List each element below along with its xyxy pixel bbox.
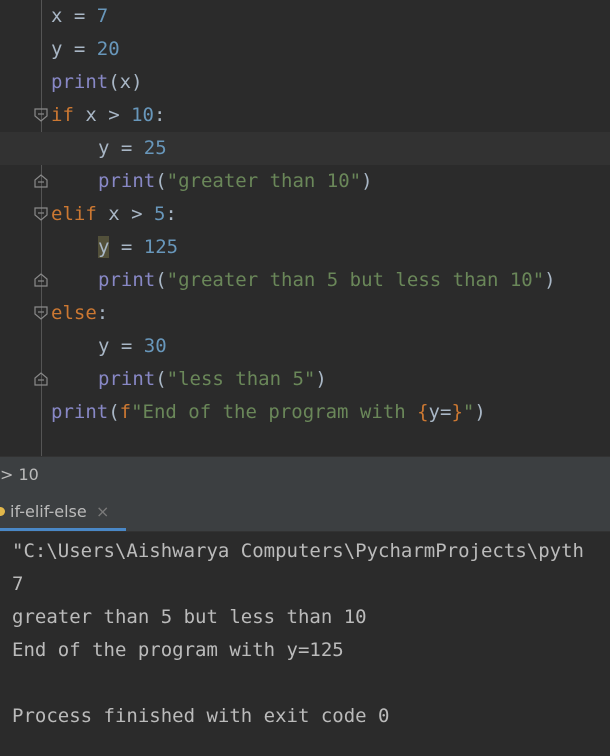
fold-start-icon[interactable] (34, 306, 48, 320)
variable: x (119, 71, 132, 93)
run-tab-label: if-elif-else (10, 502, 87, 521)
fstring-brace: } (451, 401, 463, 423)
breadcrumb-item[interactable]: > 10 (0, 457, 39, 493)
close-icon[interactable]: × (96, 493, 109, 531)
colon: : (153, 104, 166, 126)
console-line: End of the program with y=125 (12, 639, 344, 661)
builtin-function: print (98, 170, 156, 192)
string-literal: "greater than 10" (166, 170, 362, 192)
code-line[interactable]: y = 30 (0, 330, 610, 363)
code-line[interactable]: if x > 10: (0, 99, 610, 132)
fold-end-icon[interactable] (34, 174, 48, 188)
run-console-output[interactable]: "C:\Users\Aishwarya Computers\PycharmPro… (0, 532, 610, 756)
paren: ( (155, 269, 167, 291)
string-literal: " (462, 401, 475, 423)
variable: y (98, 236, 110, 258)
code-line[interactable]: elif x > 5: (0, 198, 610, 231)
operator: = (109, 236, 144, 258)
fold-start-icon[interactable] (34, 108, 48, 122)
keyword-else: else (51, 302, 97, 324)
fold-start-icon[interactable] (34, 207, 48, 221)
code-editor[interactable]: x = 7 y = 20 print(x) if x > 10: y = 25 … (0, 0, 610, 456)
builtin-function: print (98, 368, 156, 390)
variable: y (98, 137, 110, 159)
active-tab-indicator (0, 528, 126, 531)
code-line[interactable]: print("greater than 10") (0, 165, 610, 198)
code-line[interactable]: y = 125 (0, 231, 610, 264)
colon: : (165, 203, 177, 225)
keyword-elif: elif (51, 203, 97, 225)
code-line[interactable]: else: (0, 297, 610, 330)
console-line: "C:\Users\Aishwarya Computers\PycharmPro… (12, 540, 584, 562)
keyword-if: if (51, 104, 74, 126)
builtin-function: print (51, 71, 109, 93)
string-literal: "End of the program with (131, 401, 418, 423)
operator: = (109, 137, 144, 159)
number-literal: 5 (153, 203, 166, 225)
console-line: greater than 5 but less than 10 (12, 606, 367, 628)
code-line[interactable]: x = 7 (0, 0, 610, 33)
paren: ) (361, 170, 373, 192)
variable: x (51, 5, 63, 27)
paren: ) (544, 269, 556, 291)
string-literal: "greater than 5 but less than 10" (166, 269, 545, 291)
code-line[interactable]: y = 20 (0, 33, 610, 66)
paren: ) (474, 401, 486, 423)
paren: ( (108, 71, 120, 93)
python-file-icon (0, 507, 5, 516)
number-literal: 125 (143, 236, 179, 258)
code-line[interactable]: print(f"End of the program with {y=}") (0, 396, 610, 429)
fold-end-icon[interactable] (34, 372, 48, 386)
number-literal: 20 (96, 38, 120, 60)
condition: x > (96, 203, 154, 225)
number-literal: 7 (96, 5, 109, 27)
current-code-line[interactable]: y = 25 (0, 132, 610, 165)
variable: y (98, 335, 110, 357)
paren: ( (155, 368, 167, 390)
fstring-prefix: f (119, 401, 132, 423)
operator: = (62, 38, 97, 60)
condition: x > (73, 104, 132, 126)
fstring-expression: y= (428, 401, 452, 423)
code-line[interactable]: print(x) (0, 66, 610, 99)
colon: : (96, 302, 109, 324)
paren: ) (315, 368, 327, 390)
code-line[interactable]: print("less than 5") (0, 363, 610, 396)
code-line[interactable]: print("greater than 5 but less than 10") (0, 264, 610, 297)
run-tab-if-elif-else[interactable]: if-elif-else × (0, 493, 126, 531)
builtin-function: print (98, 269, 156, 291)
number-literal: 10 (131, 104, 154, 126)
console-line: Process finished with exit code 0 (12, 705, 390, 727)
paren: ) (131, 71, 143, 93)
operator: = (109, 335, 144, 357)
variable: y (51, 38, 63, 60)
breadcrumb[interactable]: > 10 (0, 456, 610, 494)
builtin-function: print (51, 401, 109, 423)
fold-end-icon[interactable] (34, 273, 48, 287)
fstring-brace: { (417, 401, 429, 423)
number-literal: 25 (143, 137, 167, 159)
operator: = (62, 5, 97, 27)
run-tool-window-tabs: if-elif-else × (0, 493, 610, 532)
paren: ( (108, 401, 120, 423)
string-literal: "less than 5" (166, 368, 316, 390)
number-literal: 30 (143, 335, 167, 357)
paren: ( (155, 170, 167, 192)
console-line: 7 (12, 573, 24, 595)
